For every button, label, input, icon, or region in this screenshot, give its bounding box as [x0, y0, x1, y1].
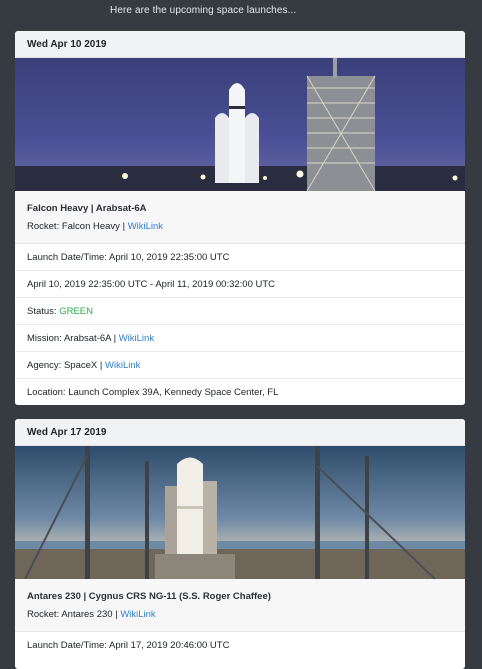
launch-date: Wed Apr 10 2019 — [15, 31, 465, 58]
launch-title: Falcon Heavy | Arabsat-6A — [27, 203, 147, 214]
launch-title: Antares 230 | Cygnus CRS NG-11 (S.S. Rog… — [27, 591, 271, 602]
mission-row: Mission: Arabsat-6A | WikiLink — [15, 325, 465, 352]
launch-time: Launch Date/Time: April 10, 2019 22:35:0… — [15, 244, 465, 271]
agency-row: Agency: SpaceX | WikiLink — [15, 352, 465, 379]
location-row: Location: Launch Complex 39A, Kennedy Sp… — [15, 379, 465, 405]
rocket-wiki-link[interactable]: WikiLink — [128, 221, 163, 232]
rocket-label: Rocket: Antares 230 | — [27, 609, 121, 620]
status-row: Status: GREEN — [15, 298, 465, 325]
launch-date: Wed Apr 17 2019 — [15, 419, 465, 446]
intro-text: Here are the upcoming space launches... — [110, 5, 297, 16]
status-value: GREEN — [59, 306, 94, 317]
agency-label: Agency: SpaceX | — [27, 360, 105, 371]
rocket-line: Rocket: Antares 230 | WikiLink — [27, 609, 453, 623]
launch-card: Wed Apr 10 2019 Falcon Heavy | Arabsat-6… — [15, 31, 465, 405]
launch-card: Wed Apr 17 2019 Antares 230 | Cygnus CRS… — [15, 419, 465, 669]
rocket-wiki-link[interactable]: WikiLink — [120, 609, 155, 620]
mission-wiki-link[interactable]: WikiLink — [119, 333, 154, 344]
launch-window: April 10, 2019 22:35:00 UTC - April 11, … — [15, 271, 465, 298]
rocket-label: Rocket: Falcon Heavy | — [27, 221, 128, 232]
mission-label: Mission: Arabsat-6A | — [27, 333, 119, 344]
status-label: Status: — [27, 306, 60, 317]
falcon-heavy-launch-image — [15, 58, 465, 191]
launch-time: Launch Date/Time: April 17, 2019 20:46:0… — [15, 632, 465, 658]
launch-summary: Antares 230 | Cygnus CRS NG-11 (S.S. Rog… — [15, 579, 465, 632]
antares-launch-image — [15, 446, 465, 579]
launch-summary: Falcon Heavy | Arabsat-6A Rocket: Falcon… — [15, 191, 465, 244]
rocket-line: Rocket: Falcon Heavy | WikiLink — [27, 221, 453, 235]
agency-wiki-link[interactable]: WikiLink — [105, 360, 140, 371]
